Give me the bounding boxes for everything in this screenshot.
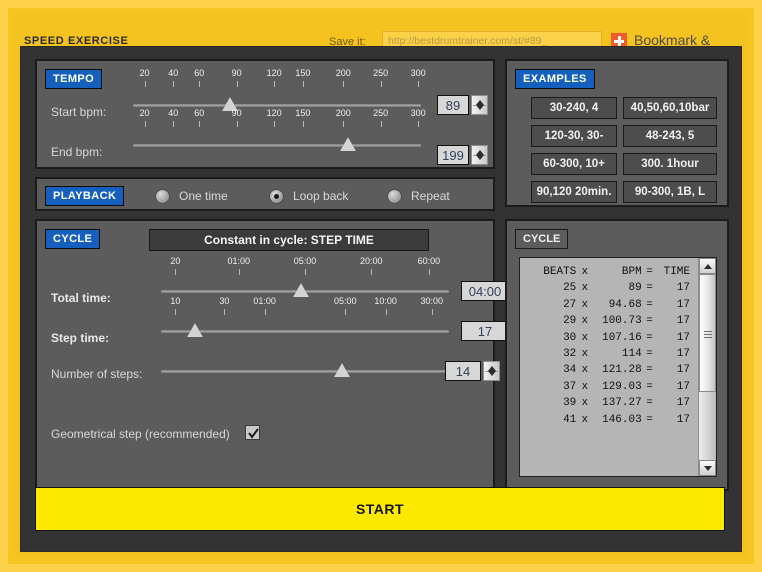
cycle-list-panel: CYCLE BEATS x BPM = TIME 25 x 89 = 17 27… <box>505 219 729 491</box>
header-beats: BEATS <box>543 266 577 278</box>
step-time-slider[interactable] <box>161 323 449 339</box>
grip-icon <box>703 329 712 338</box>
step-time-value[interactable]: 17 <box>461 321 509 341</box>
slider-track <box>161 330 449 333</box>
step-time-label: Step time: <box>51 331 110 345</box>
start-bpm-label: Start bpm: <box>51 105 107 119</box>
table-row: 32 x 114 = 17 <box>563 348 690 361</box>
cycle-list-rows: BEATS x BPM = TIME 25 x 89 = 17 27 x 94.… <box>520 264 698 428</box>
header-x: x <box>581 266 589 278</box>
example-button[interactable]: 48-243, 5 <box>623 125 717 147</box>
examples-panel: EXAMPLES 30-240, 4 40,50,60,10bar 120-30… <box>505 59 729 207</box>
example-button[interactable]: 40,50,60,10bar <box>623 97 717 119</box>
scrollbar-thumb[interactable] <box>699 274 716 392</box>
table-row: 29 x 100.73 = 17 <box>563 315 690 328</box>
header-bar: SPEED EXERCISE Save it: http://bestdrumt… <box>14 14 748 64</box>
radio-one-time[interactable] <box>155 189 170 204</box>
cycle-panel: CYCLE Constant in cycle: STEP TIME Total… <box>35 219 509 491</box>
number-of-steps-slider[interactable] <box>161 363 449 379</box>
example-button[interactable]: 60-300, 10+ <box>531 153 617 175</box>
table-header-row: BEATS x BPM = TIME <box>520 264 698 280</box>
slider-thumb[interactable] <box>186 323 203 337</box>
example-button[interactable]: 90,120 20min. <box>531 181 617 203</box>
header-time: TIME <box>663 266 690 278</box>
header-eq: = <box>646 266 653 278</box>
number-of-steps-value[interactable]: 14 <box>445 361 481 381</box>
scroll-up-arrow-icon[interactable] <box>699 258 716 274</box>
table-row: 30 x 107.16 = 17 <box>563 331 690 344</box>
cycle-list-scrollbar[interactable] <box>698 258 716 476</box>
radio-loop-back[interactable] <box>269 189 284 204</box>
slider-thumb[interactable] <box>333 363 350 377</box>
example-button[interactable]: 30-240, 4 <box>531 97 617 119</box>
total-time-label: Total time: <box>51 291 111 305</box>
end-bpm-stepper[interactable] <box>471 145 488 165</box>
slider-thumb[interactable] <box>293 283 310 297</box>
playback-panel: PLAYBACK One time Loop back Repeat <box>35 177 495 211</box>
table-row: 34 x 121.28 = 17 <box>563 364 690 377</box>
example-button[interactable]: 90-300, 1B, L <box>623 181 717 203</box>
check-icon <box>248 428 259 439</box>
radio-label-one-time[interactable]: One time <box>179 189 228 203</box>
number-of-steps-stepper[interactable] <box>483 361 500 381</box>
table-row: 37 x 129.03 = 17 <box>563 380 690 393</box>
table-row: 25 x 89 = 17 <box>563 282 690 295</box>
radio-label-loop-back[interactable]: Loop back <box>293 189 348 203</box>
end-bpm-label: End bpm: <box>51 145 103 159</box>
example-button[interactable]: 300. 1hour <box>623 153 717 175</box>
radio-repeat[interactable] <box>387 189 402 204</box>
start-bpm-value[interactable]: 89 <box>437 95 469 115</box>
app-root: SPEED EXERCISE Save it: http://bestdrumt… <box>0 0 762 572</box>
slider-thumb[interactable] <box>340 137 357 151</box>
total-time-slider[interactable] <box>161 283 449 299</box>
scroll-down-arrow-icon[interactable] <box>699 460 716 476</box>
playback-tag: PLAYBACK <box>45 186 125 206</box>
start-bpm-stepper[interactable] <box>471 95 488 115</box>
end-bpm-slider[interactable] <box>133 137 421 153</box>
slider-track <box>161 370 449 373</box>
cycle-list-box[interactable]: BEATS x BPM = TIME 25 x 89 = 17 27 x 94.… <box>519 257 717 477</box>
radio-label-repeat[interactable]: Repeat <box>411 189 450 203</box>
geometrical-step-checkbox[interactable] <box>245 425 260 440</box>
constant-in-cycle-bar[interactable]: Constant in cycle: STEP TIME <box>149 229 429 251</box>
table-row: 41 x 146.03 = 17 <box>563 413 690 426</box>
header-bpm: BPM <box>621 266 642 278</box>
total-time-value[interactable]: 04:00 <box>461 281 509 301</box>
main-body: TEMPO Start bpm: 20 40 60 90 120 150 200… <box>20 46 742 552</box>
end-bpm-value[interactable]: 199 <box>437 145 469 165</box>
total-time-ticks: 20 01:00 05:00 20:00 60:00 <box>161 256 449 279</box>
cycle-tag: CYCLE <box>45 229 101 249</box>
end-bpm-ticks: 20 40 60 90 120 150 200 250 300 <box>133 108 426 131</box>
tempo-panel: TEMPO Start bpm: 20 40 60 90 120 150 200… <box>35 59 495 169</box>
table-row: 27 x 94.68 = 17 <box>563 298 690 311</box>
start-button[interactable]: START <box>35 487 725 531</box>
slider-track <box>133 104 421 107</box>
slider-track <box>133 144 421 147</box>
start-bpm-ticks: 20 40 60 90 120 150 200 250 300 <box>133 68 426 91</box>
table-row: 39 x 137.27 = 17 <box>563 397 690 410</box>
examples-tag: EXAMPLES <box>515 69 595 89</box>
example-button[interactable]: 120-30, 30- <box>531 125 617 147</box>
cycle-list-tag: CYCLE <box>515 229 569 249</box>
tempo-tag: TEMPO <box>45 69 103 89</box>
geometrical-step-label: Geometrical step (recommended) <box>51 427 230 441</box>
number-of-steps-label: Number of steps: <box>51 367 143 381</box>
step-time-ticks: 10 30 01:00 05:00 10:00 30:00 <box>161 296 449 319</box>
